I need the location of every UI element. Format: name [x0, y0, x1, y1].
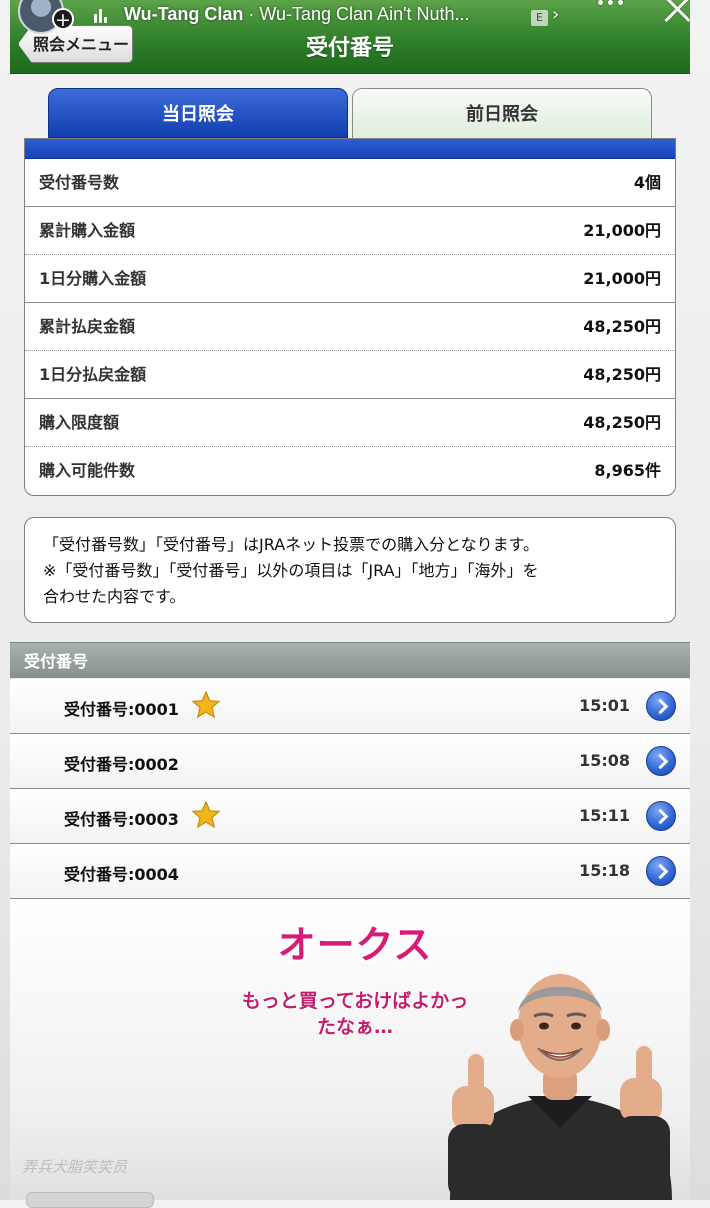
star-icon	[191, 800, 221, 829]
summary-row-purchase-limit: 購入限度額 48,250円	[25, 399, 675, 447]
receipt-list: 受付番号:0001 15:01 受付番号:0002 15:08 受付番号:000…	[10, 679, 690, 899]
receipt-label: 受付番号:0004	[64, 865, 179, 884]
summary-row-count: 受付番号数 4個	[25, 159, 675, 207]
chevron-right-icon[interactable]: ›	[552, 4, 559, 25]
receipt-label: 受付番号:0003	[64, 810, 179, 829]
story-song: Wu-Tang Clan Ain't Nuth...	[259, 4, 470, 24]
receipt-row[interactable]: 受付番号:0003 15:11	[10, 789, 690, 844]
explicit-badge: E	[531, 10, 548, 26]
summary-label: 累計購入金額	[39, 221, 136, 240]
summary-label: 購入限度額	[39, 413, 120, 432]
summary-table: 受付番号数 4個 累計購入金額 21,000円 1日分購入金額 21,000円 …	[24, 138, 676, 496]
chevron-right-circle-icon[interactable]	[646, 856, 676, 886]
notice-line: 合わせた内容です。	[43, 587, 186, 606]
receipt-label: 受付番号:0002	[64, 755, 179, 774]
summary-label: 1日分払戻金額	[39, 365, 147, 384]
chevron-right-circle-icon[interactable]	[646, 746, 676, 776]
receipt-row[interactable]: 受付番号:0002 15:08	[10, 734, 690, 789]
summary-row-total-payout: 累計払戻金額 48,250円	[25, 303, 675, 351]
summary-label: 購入可能件数	[39, 461, 136, 480]
receipts-section-header: 受付番号	[10, 642, 690, 678]
summary-value: 21,000円	[583, 221, 661, 240]
add-story-icon[interactable]: +	[52, 8, 74, 31]
summary-value: 21,000円	[583, 269, 661, 288]
receipt-time: 15:08	[579, 751, 630, 770]
close-icon[interactable]	[660, 0, 696, 28]
chevron-right-circle-icon[interactable]	[646, 691, 676, 721]
notice-line: 「受付番号数」「受付番号」はJRAネット投票での購入分となります。	[43, 535, 540, 554]
receipt-time: 15:11	[579, 806, 630, 825]
chevron-right-circle-icon[interactable]	[646, 801, 676, 831]
receipt-label: 受付番号:0001	[64, 700, 179, 719]
summary-value: 48,250円	[583, 317, 661, 336]
notice-box: 「受付番号数」「受付番号」はJRAネット投票での購入分となります。 ※「受付番号…	[24, 517, 676, 623]
tab-previous-day[interactable]: 前日照会	[352, 88, 652, 138]
summary-header-bar	[25, 139, 675, 159]
faded-button	[26, 1192, 154, 1208]
page-title: 受付番号	[305, 36, 394, 61]
memoji-sticker	[448, 974, 672, 1200]
story-separator: ·	[243, 4, 260, 24]
faded-text: 弄兵犬脂笑笑员	[22, 1158, 128, 1176]
summary-value: 48,250円	[583, 413, 661, 432]
summary-value: 8,965件	[594, 461, 661, 480]
summary-row-available-count: 購入可能件数 8,965件	[25, 447, 675, 495]
tab-today[interactable]: 当日照会	[48, 88, 348, 138]
inquiry-tabs: 当日照会 前日照会	[48, 88, 652, 138]
summary-value: 48,250円	[583, 365, 661, 384]
story-music-track[interactable]: Wu-Tang Clan · Wu-Tang Clan Ain't Nuth..…	[124, 4, 470, 25]
summary-label: 1日分購入金額	[39, 269, 147, 288]
story-artist: Wu-Tang Clan	[124, 4, 244, 24]
more-options-icon[interactable]	[598, 0, 623, 5]
sticker-title: オークス	[277, 923, 433, 967]
story-header: + Wu-Tang Clan · Wu-Tang Clan Ain't Nuth…	[0, 0, 710, 34]
receipt-time: 15:18	[579, 861, 630, 880]
summary-value: 4個	[633, 173, 661, 192]
summary-row-total-purchase: 累計購入金額 21,000円	[25, 207, 675, 255]
receipt-time: 15:01	[579, 696, 630, 715]
summary-label: 累計払戻金額	[39, 317, 136, 336]
notice-line: ※「受付番号数」「受付番号」以外の項目は「JRA」「地方」「海外」を	[43, 561, 539, 580]
receipt-row[interactable]: 受付番号:0004 15:18	[10, 844, 690, 899]
receipt-row[interactable]: 受付番号:0001 15:01	[10, 679, 690, 734]
music-icon	[94, 9, 107, 23]
summary-row-daily-purchase: 1日分購入金額 21,000円	[25, 255, 675, 303]
star-icon	[191, 690, 221, 719]
summary-label: 受付番号数	[39, 173, 120, 192]
summary-row-daily-payout: 1日分払戻金額 48,250円	[25, 351, 675, 399]
